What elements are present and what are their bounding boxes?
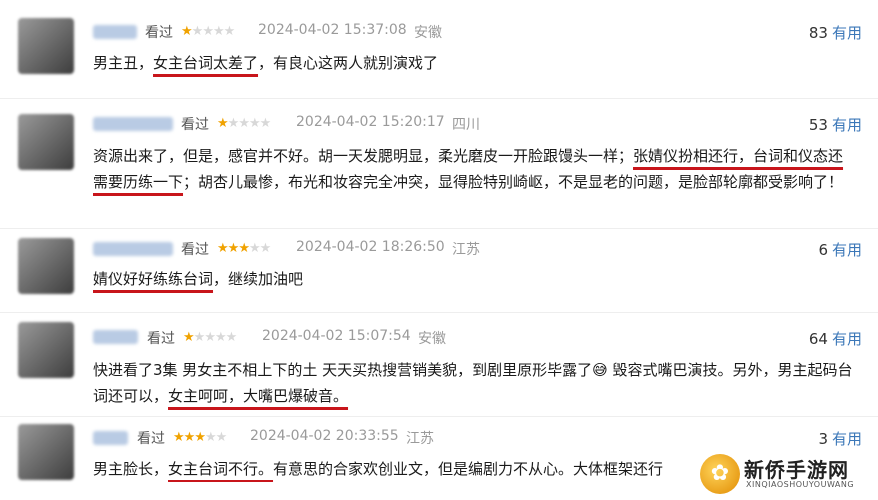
text-segment: 男主脸长， (93, 460, 169, 478)
avatar[interactable] (18, 424, 74, 480)
star-filled-icon: ★ (217, 241, 229, 256)
review-datetime: 2024-04-02 15:07:54 (262, 328, 411, 344)
review-text: 快进看了3集 男女主不相上下的土 天天买热搜营销美貌，到剧里原形毕露了😅 毁容式… (93, 357, 858, 409)
review-item: 看过 ★★★★★ 2024-04-02 15:07:54 安徽 64 有用 快进看… (0, 314, 878, 414)
divider (0, 416, 878, 417)
star-empty-icon: ★ (204, 430, 217, 445)
text-segment: 资源出来了，但是，感官并不好。胡一天发腮明显，柔光磨皮一开脸跟馒头一样； (93, 147, 634, 165)
divider (0, 312, 878, 313)
review-text: 资源出来了，但是，感官并不好。胡一天发腮明显，柔光磨皮一开脸跟馒头一样；张婧仪扮… (93, 143, 858, 195)
star-rating: ★★★★★ (217, 116, 272, 131)
star-empty-icon: ★ (202, 24, 214, 39)
review-datetime: 2024-04-02 20:33:55 (250, 428, 399, 444)
site-watermark: ✿ 新侨手游网 XINQIAOSHOUYOUWANG (700, 452, 870, 496)
useful-label: 有用 (831, 24, 862, 42)
review-text: 男主丑，女主台词太差了，有良心这两人就别演戏了 (93, 50, 858, 76)
highlighted-phrase: 婧仪好好练练台词 (93, 270, 214, 288)
highlighted-phrase: 女主台词不行。 (168, 460, 274, 478)
useful-button[interactable]: 3 有用 (818, 428, 862, 449)
useful-button[interactable]: 64 有用 (809, 328, 862, 349)
review-item: 看过 ★★★★★ 2024-04-02 15:20:17 四川 53 有用 资源出… (0, 100, 878, 228)
rated-label: 看过 (147, 331, 175, 347)
useful-label: 有用 (831, 430, 862, 448)
star-empty-icon: ★ (204, 330, 216, 345)
star-filled-icon: ★ (227, 241, 240, 256)
review-location: 江苏 (452, 242, 480, 258)
star-filled-icon: ★ (181, 24, 193, 39)
highlighted-phrase: 女主台词太差了 (153, 54, 259, 72)
star-empty-icon: ★ (223, 24, 236, 39)
text-segment: ，有良心这两人就别演戏了 (258, 54, 439, 72)
review-location: 安徽 (418, 331, 446, 347)
rated-label: 看过 (181, 242, 209, 258)
username-blurred[interactable] (93, 117, 173, 131)
rated-label: 看过 (145, 25, 173, 41)
highlighted-phrase: 女主呵呵，大嘴巴爆破音。 (168, 387, 349, 405)
star-empty-icon: ★ (259, 241, 272, 256)
divider (0, 228, 878, 229)
useful-label: 有用 (831, 241, 862, 259)
username-blurred[interactable] (93, 431, 128, 445)
star-empty-icon: ★ (227, 116, 240, 131)
avatar[interactable] (18, 322, 74, 378)
star-empty-icon: ★ (248, 116, 261, 131)
star-empty-icon: ★ (259, 116, 272, 131)
useful-count: 64 (808, 330, 828, 348)
useful-button[interactable]: 53 有用 (809, 114, 862, 135)
star-empty-icon: ★ (215, 430, 228, 445)
useful-count: 83 (808, 24, 828, 42)
avatar[interactable] (18, 18, 74, 74)
text-segment: ；胡杏儿最惨，布光和妆容完全冲突，显得脸特别崎岖，不是显老的问题，是脸部轮廓都受… (183, 173, 844, 191)
review-location: 江苏 (406, 431, 434, 447)
review-text: 男主脸长，女主台词不行。有意思的合家欢创业文，但是编剧力不从心。大体框架还行 (93, 456, 693, 482)
useful-count: 53 (808, 116, 828, 134)
username-blurred[interactable] (93, 330, 138, 344)
useful-button[interactable]: 83 有用 (809, 22, 862, 43)
useful-button[interactable]: 6 有用 (818, 239, 862, 260)
review-item: 看过 ★★★★★ 2024-04-02 18:26:50 江苏 6 有用 婧仪好好… (0, 230, 878, 312)
star-filled-icon: ★ (173, 430, 185, 445)
useful-label: 有用 (831, 116, 862, 134)
text-segment: 男主丑， (93, 54, 154, 72)
star-filled-icon: ★ (217, 116, 229, 131)
watermark-subtitle: XINQIAOSHOUYOUWANG (746, 480, 855, 489)
star-filled-icon: ★ (183, 430, 196, 445)
text-segment: ，继续加油吧 (213, 270, 304, 288)
watermark-logo-icon: ✿ (700, 454, 740, 494)
watermark-title: 新侨手游网 (744, 458, 849, 482)
review-item: 看过 ★★★★★ 2024-04-02 15:37:08 安徽 83 有用 男主丑… (0, 0, 878, 100)
star-empty-icon: ★ (248, 241, 261, 256)
star-rating: ★★★★★ (173, 430, 228, 445)
review-text: 婧仪好好练练台词，继续加油吧 (93, 266, 858, 292)
star-empty-icon: ★ (191, 24, 204, 39)
review-location: 四川 (452, 117, 480, 133)
star-empty-icon: ★ (214, 330, 227, 345)
useful-count: 3 (818, 430, 828, 448)
star-rating: ★★★★★ (181, 24, 236, 39)
avatar[interactable] (18, 238, 74, 294)
review-datetime: 2024-04-02 15:37:08 (258, 22, 407, 38)
avatar[interactable] (18, 114, 74, 170)
rated-label: 看过 (181, 117, 209, 133)
review-location: 安徽 (414, 25, 442, 41)
star-rating: ★★★★★ (217, 241, 272, 256)
star-empty-icon: ★ (193, 330, 206, 345)
useful-label: 有用 (831, 330, 862, 348)
star-rating: ★★★★★ (183, 330, 238, 345)
star-empty-icon: ★ (212, 24, 225, 39)
username-blurred[interactable] (93, 25, 137, 39)
review-datetime: 2024-04-02 15:20:17 (296, 114, 445, 130)
text-segment: 有意思的合家欢创业文，但是编剧力不从心。大体框架还行 (273, 460, 664, 478)
star-empty-icon: ★ (238, 116, 250, 131)
star-filled-icon: ★ (238, 241, 250, 256)
review-datetime: 2024-04-02 18:26:50 (296, 239, 445, 255)
divider (0, 98, 878, 99)
useful-count: 6 (818, 241, 828, 259)
star-filled-icon: ★ (194, 430, 206, 445)
rated-label: 看过 (137, 431, 165, 447)
star-filled-icon: ★ (183, 330, 195, 345)
username-blurred[interactable] (93, 242, 173, 256)
star-empty-icon: ★ (225, 330, 238, 345)
